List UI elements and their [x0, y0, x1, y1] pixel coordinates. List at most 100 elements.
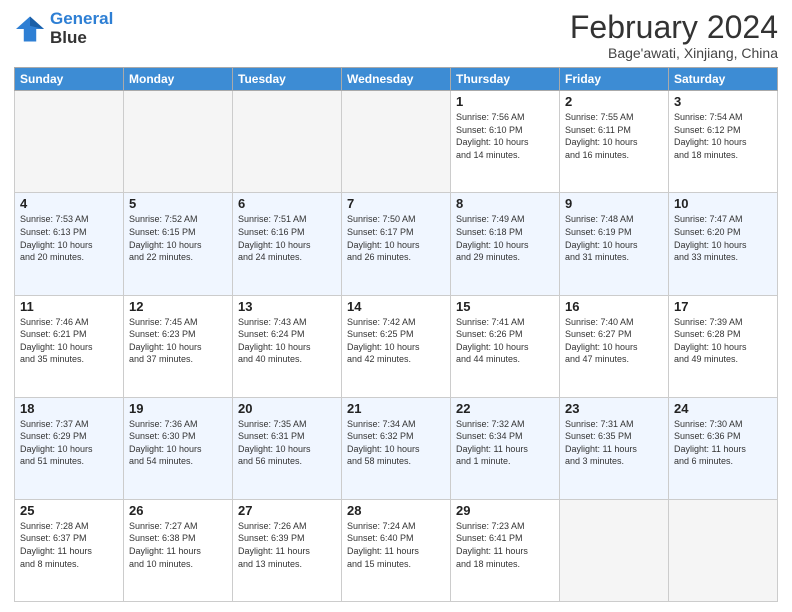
day-number: 27 [238, 503, 336, 518]
calendar-cell: 26 Sunrise: 7:27 AM Sunset: 6:38 PM Dayli… [124, 499, 233, 601]
calendar-cell: 22 Sunrise: 7:32 AM Sunset: 6:34 PM Dayli… [451, 397, 560, 499]
day-info: Sunrise: 7:31 AM Sunset: 6:35 PM Dayligh… [565, 418, 663, 468]
day-info: Sunrise: 7:36 AM Sunset: 6:30 PM Dayligh… [129, 418, 227, 468]
day-number: 15 [456, 299, 554, 314]
day-info: Sunrise: 7:47 AM Sunset: 6:20 PM Dayligh… [674, 213, 772, 263]
day-number: 1 [456, 94, 554, 109]
day-number: 26 [129, 503, 227, 518]
day-number: 16 [565, 299, 663, 314]
main-title: February 2024 [570, 10, 778, 45]
day-number: 20 [238, 401, 336, 416]
calendar-cell [342, 91, 451, 193]
calendar-week-4: 18 Sunrise: 7:37 AM Sunset: 6:29 PM Dayli… [15, 397, 778, 499]
calendar-cell [124, 91, 233, 193]
day-info: Sunrise: 7:54 AM Sunset: 6:12 PM Dayligh… [674, 111, 772, 161]
day-info: Sunrise: 7:45 AM Sunset: 6:23 PM Dayligh… [129, 316, 227, 366]
calendar-cell: 15 Sunrise: 7:41 AM Sunset: 6:26 PM Dayli… [451, 295, 560, 397]
day-number: 5 [129, 196, 227, 211]
day-info: Sunrise: 7:41 AM Sunset: 6:26 PM Dayligh… [456, 316, 554, 366]
day-info: Sunrise: 7:39 AM Sunset: 6:28 PM Dayligh… [674, 316, 772, 366]
calendar-header-saturday: Saturday [669, 68, 778, 91]
day-info: Sunrise: 7:53 AM Sunset: 6:13 PM Dayligh… [20, 213, 118, 263]
day-info: Sunrise: 7:51 AM Sunset: 6:16 PM Dayligh… [238, 213, 336, 263]
day-info: Sunrise: 7:50 AM Sunset: 6:17 PM Dayligh… [347, 213, 445, 263]
day-info: Sunrise: 7:23 AM Sunset: 6:41 PM Dayligh… [456, 520, 554, 570]
day-number: 8 [456, 196, 554, 211]
day-info: Sunrise: 7:49 AM Sunset: 6:18 PM Dayligh… [456, 213, 554, 263]
calendar-cell: 13 Sunrise: 7:43 AM Sunset: 6:24 PM Dayli… [233, 295, 342, 397]
day-number: 19 [129, 401, 227, 416]
calendar-cell: 18 Sunrise: 7:37 AM Sunset: 6:29 PM Dayli… [15, 397, 124, 499]
logo-line1: General [50, 9, 113, 28]
day-number: 6 [238, 196, 336, 211]
calendar-cell [560, 499, 669, 601]
day-number: 2 [565, 94, 663, 109]
day-number: 3 [674, 94, 772, 109]
day-number: 24 [674, 401, 772, 416]
day-number: 7 [347, 196, 445, 211]
calendar-week-2: 4Sunrise: 7:53 AM Sunset: 6:13 PM Daylig… [15, 193, 778, 295]
calendar-cell: 23 Sunrise: 7:31 AM Sunset: 6:35 PM Dayli… [560, 397, 669, 499]
day-number: 29 [456, 503, 554, 518]
day-number: 18 [20, 401, 118, 416]
day-number: 10 [674, 196, 772, 211]
calendar-header-tuesday: Tuesday [233, 68, 342, 91]
calendar-cell: 11 Sunrise: 7:46 AM Sunset: 6:21 PM Dayli… [15, 295, 124, 397]
calendar-cell: 28Sunrise: 7:24 AM Sunset: 6:40 PM Dayli… [342, 499, 451, 601]
calendar-header-row: SundayMondayTuesdayWednesdayThursdayFrid… [15, 68, 778, 91]
calendar-cell: 2Sunrise: 7:55 AM Sunset: 6:11 PM Daylig… [560, 91, 669, 193]
day-info: Sunrise: 7:52 AM Sunset: 6:15 PM Dayligh… [129, 213, 227, 263]
calendar-cell: 29 Sunrise: 7:23 AM Sunset: 6:41 PM Dayli… [451, 499, 560, 601]
calendar-cell: 9 Sunrise: 7:48 AM Sunset: 6:19 PM Daylig… [560, 193, 669, 295]
day-info: Sunrise: 7:43 AM Sunset: 6:24 PM Dayligh… [238, 316, 336, 366]
logo-text: General Blue [50, 10, 113, 47]
calendar-cell: 8 Sunrise: 7:49 AM Sunset: 6:18 PM Daylig… [451, 193, 560, 295]
day-info: Sunrise: 7:26 AM Sunset: 6:39 PM Dayligh… [238, 520, 336, 570]
calendar-cell: 6 Sunrise: 7:51 AM Sunset: 6:16 PM Daylig… [233, 193, 342, 295]
calendar-header-wednesday: Wednesday [342, 68, 451, 91]
calendar-cell: 21 Sunrise: 7:34 AM Sunset: 6:32 PM Dayli… [342, 397, 451, 499]
calendar-week-3: 11 Sunrise: 7:46 AM Sunset: 6:21 PM Dayli… [15, 295, 778, 397]
day-number: 21 [347, 401, 445, 416]
calendar-week-1: 1 Sunrise: 7:56 AM Sunset: 6:10 PM Daylig… [15, 91, 778, 193]
calendar-header-sunday: Sunday [15, 68, 124, 91]
day-number: 13 [238, 299, 336, 314]
day-number: 9 [565, 196, 663, 211]
calendar-header-friday: Friday [560, 68, 669, 91]
day-info: Sunrise: 7:37 AM Sunset: 6:29 PM Dayligh… [20, 418, 118, 468]
calendar-cell: 10 Sunrise: 7:47 AM Sunset: 6:20 PM Dayli… [669, 193, 778, 295]
day-info: Sunrise: 7:27 AM Sunset: 6:38 PM Dayligh… [129, 520, 227, 570]
title-block: February 2024 Bage'awati, Xinjiang, Chin… [570, 10, 778, 61]
day-info: Sunrise: 7:32 AM Sunset: 6:34 PM Dayligh… [456, 418, 554, 468]
calendar-cell: 19 Sunrise: 7:36 AM Sunset: 6:30 PM Dayli… [124, 397, 233, 499]
day-info: Sunrise: 7:34 AM Sunset: 6:32 PM Dayligh… [347, 418, 445, 468]
calendar-cell: 25Sunrise: 7:28 AM Sunset: 6:37 PM Dayli… [15, 499, 124, 601]
day-info: Sunrise: 7:42 AM Sunset: 6:25 PM Dayligh… [347, 316, 445, 366]
logo-line2: Blue [50, 29, 113, 48]
calendar-cell: 17 Sunrise: 7:39 AM Sunset: 6:28 PM Dayli… [669, 295, 778, 397]
calendar-cell: 14Sunrise: 7:42 AM Sunset: 6:25 PM Dayli… [342, 295, 451, 397]
subtitle: Bage'awati, Xinjiang, China [570, 45, 778, 61]
day-info: Sunrise: 7:48 AM Sunset: 6:19 PM Dayligh… [565, 213, 663, 263]
day-info: Sunrise: 7:56 AM Sunset: 6:10 PM Dayligh… [456, 111, 554, 161]
calendar-header-thursday: Thursday [451, 68, 560, 91]
calendar-cell: 3 Sunrise: 7:54 AM Sunset: 6:12 PM Daylig… [669, 91, 778, 193]
calendar-cell [233, 91, 342, 193]
calendar-cell: 20 Sunrise: 7:35 AM Sunset: 6:31 PM Dayli… [233, 397, 342, 499]
calendar-cell [15, 91, 124, 193]
day-info: Sunrise: 7:30 AM Sunset: 6:36 PM Dayligh… [674, 418, 772, 468]
page: General Blue February 2024 Bage'awati, X… [0, 0, 792, 612]
day-number: 22 [456, 401, 554, 416]
day-number: 23 [565, 401, 663, 416]
day-info: Sunrise: 7:46 AM Sunset: 6:21 PM Dayligh… [20, 316, 118, 366]
day-number: 12 [129, 299, 227, 314]
calendar-header-monday: Monday [124, 68, 233, 91]
calendar-cell: 24 Sunrise: 7:30 AM Sunset: 6:36 PM Dayli… [669, 397, 778, 499]
logo: General Blue [14, 10, 113, 47]
day-number: 17 [674, 299, 772, 314]
day-info: Sunrise: 7:35 AM Sunset: 6:31 PM Dayligh… [238, 418, 336, 468]
day-number: 11 [20, 299, 118, 314]
calendar-cell: 27 Sunrise: 7:26 AM Sunset: 6:39 PM Dayli… [233, 499, 342, 601]
calendar-cell: 12 Sunrise: 7:45 AM Sunset: 6:23 PM Dayli… [124, 295, 233, 397]
calendar-cell: 7 Sunrise: 7:50 AM Sunset: 6:17 PM Daylig… [342, 193, 451, 295]
